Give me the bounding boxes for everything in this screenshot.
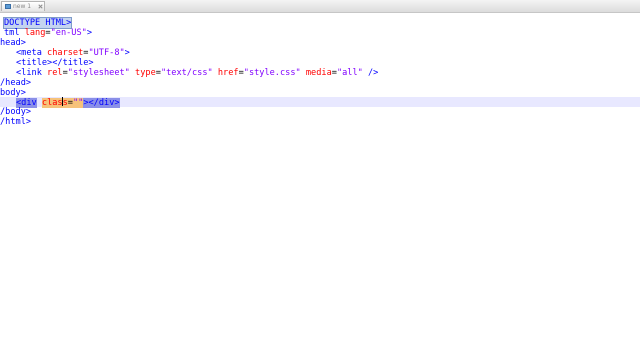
tag-end: /> [368,68,379,78]
lang-value: "en-US" [50,28,87,38]
code-line-4: <meta charset="UTF-8"> [0,48,640,58]
meta-tag: <meta [16,48,48,58]
html-close-tag: /html> [0,117,32,127]
lang-attr: lang [24,28,46,38]
tab-bar: new 1 [0,0,640,13]
charset-attr: charset [47,48,84,58]
rel-value: "stylesheet" [67,68,130,78]
head-open-tag: head> [0,38,26,48]
head-close-tag: /head> [0,78,32,88]
media-attr: media [305,68,332,78]
media-value: "all" [336,68,363,78]
file-icon [5,4,11,9]
code-line-11: /html> [0,117,640,127]
code-line-5: <title></title> [0,58,640,68]
charset-value: "UTF-8" [88,48,125,58]
link-tag: <link [16,68,48,78]
body-close-tag: /body> [0,107,32,117]
tab-label: new 1 [13,3,32,10]
code-line-10: /body> [0,107,640,117]
editor-window: new 1 DOCTYPE HTML> tml lang="en-US"> he… [0,0,640,360]
code-line-2: tml lang="en-US"> [0,28,640,38]
html-open-tag: tml [4,28,25,38]
tag-end: > [86,28,92,38]
href-attr: href [217,68,239,78]
doctype-text: DOCTYPE HTML> [2,17,73,29]
code-editor[interactable]: DOCTYPE HTML> tml lang="en-US"> head> <m… [0,13,640,360]
code-line-1: DOCTYPE HTML> [0,17,640,29]
type-attr: type [135,68,156,78]
title-tag: <title></title> [16,58,94,68]
code-line-6: <link rel="stylesheet" type="text/css" h… [16,68,379,78]
href-value: "style.css" [243,68,301,78]
code-line-7: /head> [0,78,640,88]
tag-end: > [124,48,130,58]
code-line-9-current: <div class=""></div> [0,97,640,108]
rel-attr: rel [47,68,63,78]
close-icon[interactable] [38,4,43,9]
code-line-3: head> [0,38,640,48]
tab-new-1[interactable]: new 1 [1,1,45,11]
type-value: "text/css" [160,68,213,78]
